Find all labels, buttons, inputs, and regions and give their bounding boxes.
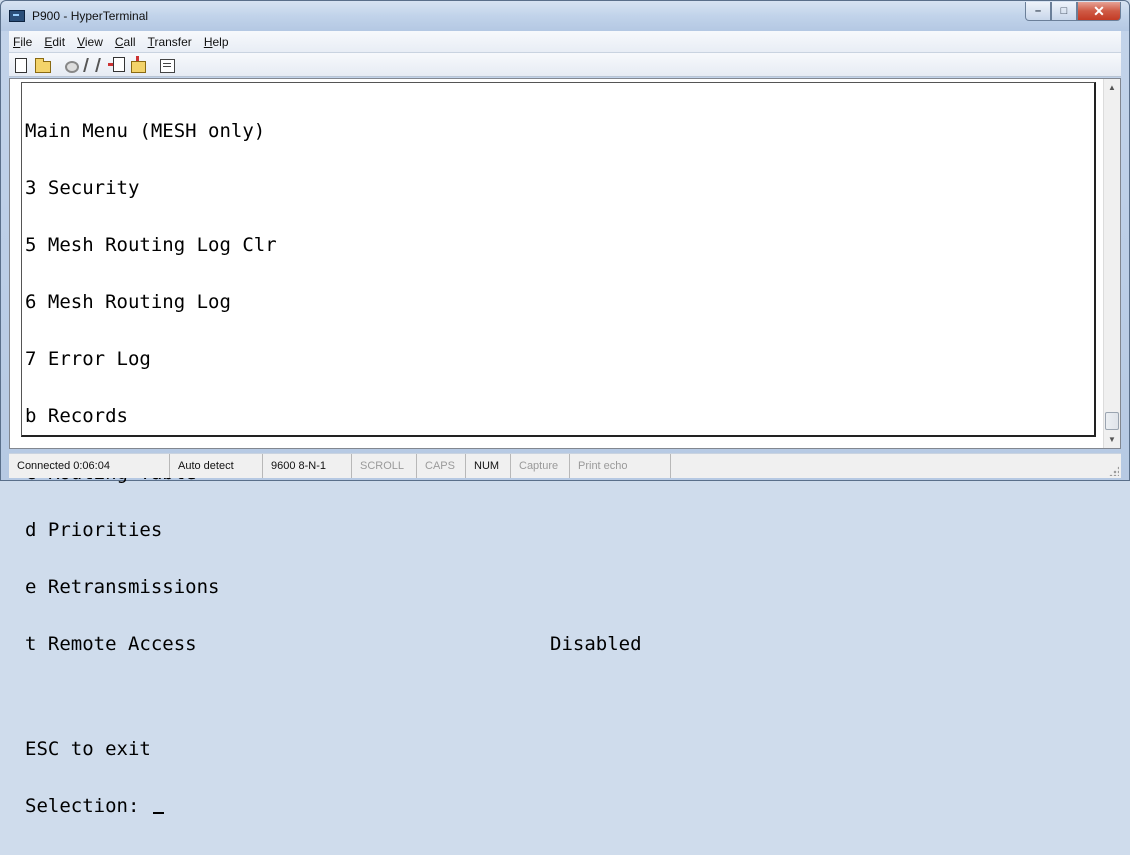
terminal-area[interactable]: Main Menu (MESH only) 3 Security 5 Mesh … (9, 78, 1121, 816)
terminal-exit-hint: ESC to exit (25, 738, 151, 760)
hyperterminal-app-icon[interactable] (9, 10, 25, 22)
menu-edit[interactable]: Edit (38, 35, 71, 49)
terminal-line: d Priorities (25, 519, 163, 541)
menu-transfer[interactable]: Transfer (142, 35, 198, 49)
terminal-line-remote-access: t Remote Access Disabled (25, 635, 1085, 654)
status-capture: Capture (511, 454, 570, 478)
status-print-echo: Print echo (570, 454, 671, 478)
terminal-line: b Records (25, 405, 128, 427)
toolbar (9, 53, 1121, 77)
call-icon[interactable] (65, 60, 79, 73)
terminal-line: 6 Mesh Routing Log (25, 291, 231, 313)
menu-view[interactable]: View (71, 35, 109, 49)
remote-access-label: t Remote Access (25, 633, 197, 655)
terminal-prompt-line: Selection: (25, 797, 1085, 816)
disconnect-icon[interactable] (83, 57, 101, 72)
terminal-line: e Retransmissions (25, 576, 220, 598)
menu-call[interactable]: Call (109, 35, 142, 49)
scrollbar-thumb[interactable] (1105, 412, 1119, 430)
maximize-button[interactable]: □ (1051, 2, 1077, 21)
title-bar[interactable]: P900 - HyperTerminal – □ ✕ (1, 1, 1129, 31)
status-bar: Connected 0:06:04 Auto detect 9600 8-N-1… (9, 453, 1121, 478)
terminal-line: 7 Error Log (25, 348, 151, 370)
remote-access-value: Disabled (550, 633, 642, 655)
open-icon[interactable] (35, 57, 51, 73)
status-detect: Auto detect (170, 454, 263, 478)
send-icon[interactable] (108, 57, 125, 72)
status-connected: Connected 0:06:04 (9, 454, 170, 478)
menu-bar: File Edit View Call Transfer Help (9, 31, 1121, 53)
selection-prompt: Selection: (25, 795, 151, 817)
window-title: P900 - HyperTerminal (32, 9, 149, 23)
status-port-settings: 9600 8-N-1 (263, 454, 352, 478)
scroll-down-arrow-icon[interactable]: ▼ (1104, 431, 1120, 448)
vertical-scrollbar[interactable]: ▲ ▼ (1103, 79, 1120, 448)
terminal-screen[interactable]: Main Menu (MESH only) 3 Security 5 Mesh … (21, 82, 1096, 816)
status-scroll: SCROLL (352, 454, 417, 478)
terminal-line-menu-title: Main Menu (MESH only) (25, 120, 266, 142)
text-cursor (152, 812, 164, 814)
receive-icon[interactable] (131, 56, 146, 73)
status-caps: CAPS (417, 454, 466, 478)
hyperterminal-window: P900 - HyperTerminal – □ ✕ File Edit Vie… (0, 0, 1130, 816)
terminal-line: 3 Security (25, 177, 140, 199)
terminal-line: 5 Mesh Routing Log Clr (25, 234, 277, 256)
new-icon[interactable] (15, 57, 27, 73)
close-button[interactable]: ✕ (1077, 2, 1121, 21)
menu-help[interactable]: Help (198, 35, 235, 49)
status-num: NUM (466, 454, 511, 478)
menu-file[interactable]: File (9, 35, 38, 49)
minimize-button[interactable]: – (1025, 2, 1051, 21)
resize-grip-icon[interactable] (1109, 466, 1119, 476)
scroll-up-arrow-icon[interactable]: ▲ (1104, 79, 1120, 96)
properties-icon[interactable] (160, 58, 175, 73)
window-controls: – □ ✕ (1025, 2, 1121, 22)
